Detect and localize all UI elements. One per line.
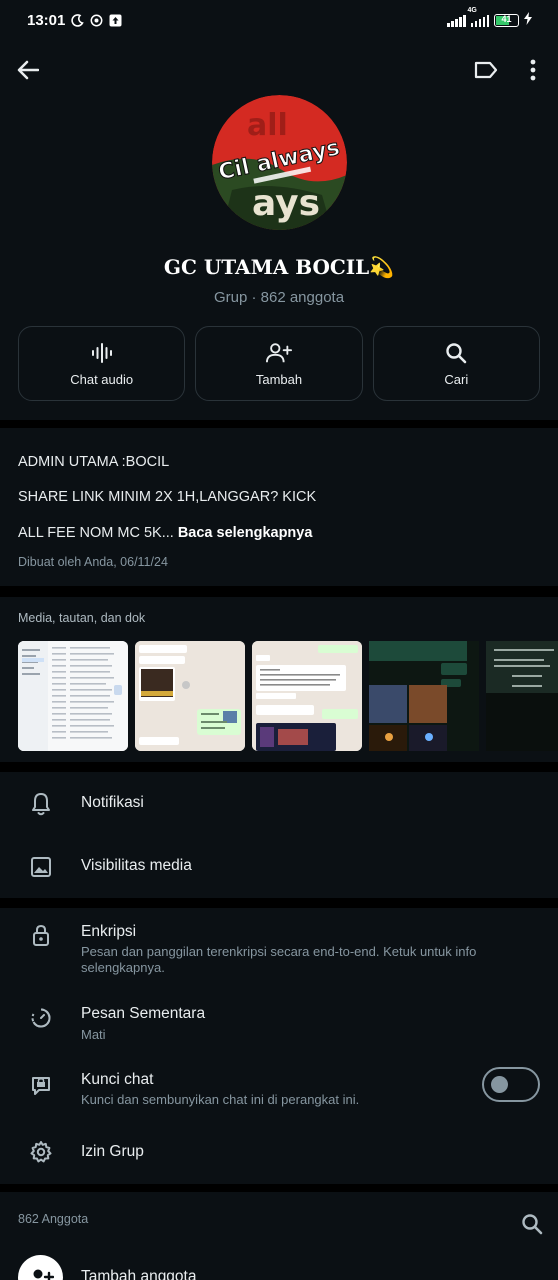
- add-member-row-label[interactable]: Tambah anggota: [81, 1268, 196, 1280]
- gear-icon: [28, 1139, 54, 1165]
- disappearing-messages-status: Mati: [81, 1027, 106, 1042]
- encryption-title: Enkripsi: [81, 923, 137, 940]
- disappearing-messages-row[interactable]: Pesan Sementara Mati: [0, 990, 558, 1056]
- add-member-avatar[interactable]: [18, 1255, 63, 1280]
- notifications-row[interactable]: Notifikasi: [0, 772, 558, 835]
- add-person-icon: [265, 340, 292, 366]
- members-section: 862 Anggota Tambah anggota: [0, 1192, 558, 1280]
- whatsapp-icon: [90, 14, 103, 27]
- description-line-1: ADMIN UTAMA :BOCIL: [18, 454, 170, 470]
- group-avatar[interactable]: all ays Cil always: [212, 95, 347, 230]
- encryption-subtitle: Pesan dan panggilan terenkripsi secara e…: [81, 944, 477, 975]
- group-subtitle: Grup · 862 anggota: [213, 289, 345, 306]
- svg-text:all: all: [247, 108, 288, 143]
- media-thumbnail[interactable]: [18, 641, 128, 751]
- media-thumbnail[interactable]: [486, 641, 558, 751]
- members-count: 862 Anggota: [18, 1212, 89, 1226]
- chat-lock-title: Kunci chat: [81, 1071, 154, 1088]
- media-visibility-row[interactable]: Visibilitas media: [0, 835, 558, 898]
- image-icon: [28, 854, 54, 880]
- battery-level: 41: [501, 13, 512, 24]
- network-type: 4G: [467, 6, 477, 14]
- bell-icon: [28, 791, 54, 817]
- svg-text:ays: ays: [252, 183, 320, 224]
- description-line-3: ALL FEE NOM MC 5K... Baca selengkapnya: [18, 525, 312, 541]
- chat-lock-icon: [28, 1071, 54, 1097]
- chat-lock-row[interactable]: Kunci chat Kunci dan sembunyikan chat in…: [0, 1056, 558, 1122]
- label-icon[interactable]: [472, 56, 500, 84]
- more-vert-icon[interactable]: [522, 56, 544, 84]
- toggle-knob: [491, 1076, 508, 1093]
- back-arrow-icon[interactable]: [14, 56, 42, 84]
- upload-icon: [109, 14, 122, 27]
- lock-icon: [28, 922, 54, 948]
- search-button[interactable]: Cari: [372, 326, 540, 401]
- search-icon: [443, 340, 469, 366]
- media-thumbnail[interactable]: [369, 641, 479, 751]
- members-search-icon[interactable]: [518, 1210, 546, 1238]
- description-line-3-text: ALL FEE NOM MC 5K...: [18, 525, 178, 541]
- status-left: 13:01: [27, 12, 122, 29]
- battery-icon: 41: [494, 13, 519, 27]
- media-thumbnail[interactable]: [135, 641, 245, 751]
- group-permissions-label: Izin Grup: [81, 1143, 144, 1160]
- group-permissions-row[interactable]: Izin Grup: [0, 1122, 558, 1184]
- add-member-label: Tambah: [255, 372, 303, 387]
- settings-group-1: Notifikasi Visibilitas media: [0, 772, 558, 898]
- chat-lock-toggle[interactable]: [482, 1067, 540, 1102]
- description-created: Dibuat oleh Anda, 06/11/24: [18, 555, 168, 569]
- group-header: all ays Cil always GC UTAMA BOCIL💫 Grup …: [0, 40, 558, 420]
- chat-audio-label: Chat audio: [70, 372, 134, 387]
- action-buttons: Chat audio Tambah Cari: [18, 326, 540, 401]
- add-member-button[interactable]: Tambah: [195, 326, 363, 401]
- chat-audio-button[interactable]: Chat audio: [18, 326, 186, 401]
- status-bar: 13:01 4G 41: [0, 0, 558, 40]
- status-right: 4G 41: [447, 7, 532, 29]
- media-visibility-label: Visibilitas media: [81, 857, 192, 874]
- search-label: Cari: [444, 372, 469, 387]
- audio-wave-icon: [89, 340, 115, 366]
- chat-lock-subtitle: Kunci dan sembunyikan chat ini di perang…: [81, 1092, 360, 1107]
- signal-icon: [447, 14, 466, 27]
- encryption-row[interactable]: Enkripsi Pesan dan panggilan terenkripsi…: [0, 908, 558, 990]
- notifications-label: Notifikasi: [81, 794, 144, 811]
- description-line-2: SHARE LINK MINIM 2X 1H,LANGGAR? KICK: [18, 489, 317, 505]
- moon-icon: [71, 13, 85, 27]
- read-more-link[interactable]: Baca selengkapnya: [178, 525, 313, 541]
- media-section: Media, tautan, dan dok: [0, 597, 558, 762]
- group-description[interactable]: ADMIN UTAMA :BOCIL SHARE LINK MINIM 2X 1…: [0, 428, 558, 586]
- charging-icon: [524, 11, 532, 29]
- timer-icon: [28, 1005, 54, 1031]
- status-time: 13:01: [27, 11, 66, 29]
- media-thumbnails: [18, 641, 558, 751]
- signal-4g-icon: 4G: [468, 7, 489, 27]
- media-title[interactable]: Media, tautan, dan dok: [18, 611, 145, 625]
- group-name[interactable]: GC UTAMA BOCIL💫: [0, 255, 558, 279]
- media-thumbnail[interactable]: [252, 641, 362, 751]
- disappearing-messages-title: Pesan Sementara: [81, 1005, 206, 1022]
- settings-group-2: Enkripsi Pesan dan panggilan terenkripsi…: [0, 908, 558, 1184]
